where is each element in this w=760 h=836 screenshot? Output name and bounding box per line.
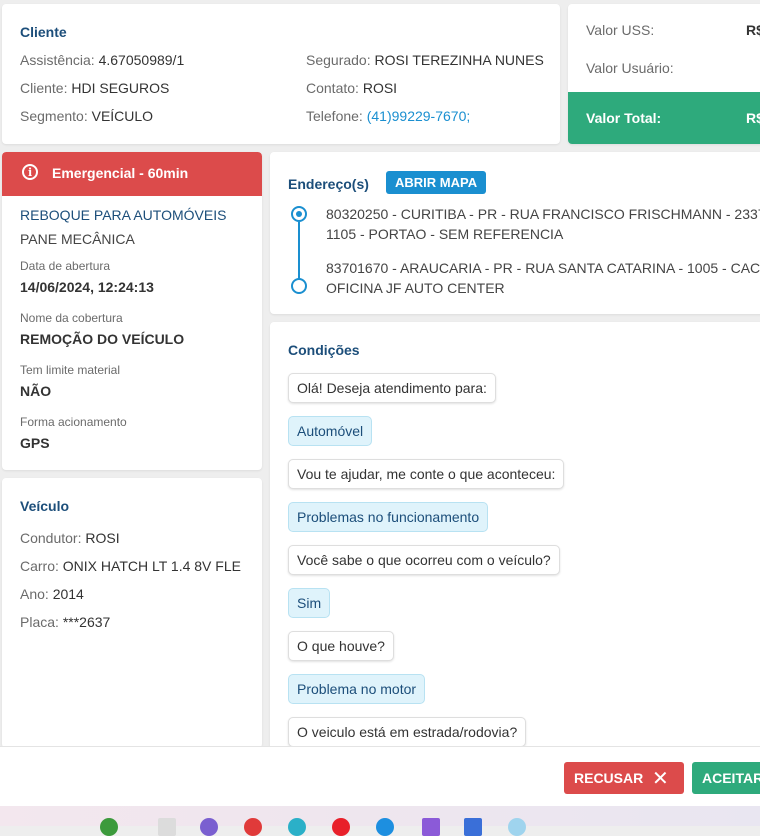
segmento-value: VEÍCULO xyxy=(91,108,154,124)
taskbar-app-icon[interactable] xyxy=(288,818,306,836)
endereco-title: Endereço(s) xyxy=(288,176,369,192)
valores-card: Valor USS: R$ Valor Usuário: Valor Total… xyxy=(568,4,760,144)
valor-total-bar: Valor Total: R$ xyxy=(568,92,760,144)
condutor-row: Condutor: ROSI xyxy=(20,530,120,546)
carro-value: ONIX HATCH LT 1.4 8V FLE xyxy=(62,558,241,574)
chat-question: Você sabe o que ocorreu com o veículo? xyxy=(288,545,560,575)
ano-row: Ano: 2014 xyxy=(20,586,84,602)
chat-question: O veiculo está em estrada/rodovia? xyxy=(288,717,527,747)
destination-address-line1: 83701670 - ARAUCARIA - PR - RUA SANTA CA… xyxy=(326,260,760,276)
chat-answer: Problema no motor xyxy=(288,674,426,704)
valor-usuario-label: Valor Usuário: xyxy=(586,60,674,76)
origin-address: 80320250 - CURITIBA - PR - RUA FRANCISCO… xyxy=(326,204,760,244)
placa-value: ***2637 xyxy=(62,614,111,630)
taskbar-app-icon[interactable] xyxy=(508,818,526,836)
origin-address-line2: 1105 - PORTAO - SEM REFERENCIA xyxy=(326,226,564,242)
emergency-label: Emergencial - 60min xyxy=(52,165,189,181)
cliente-card: Cliente Assistência: 4.67050989/1 Client… xyxy=(2,4,560,144)
cliente-value: HDI SEGUROS xyxy=(71,80,170,96)
action-footer: RECUSAR ✕ ACEITAR xyxy=(0,746,760,807)
emergency-banner: i Emergencial - 60min xyxy=(2,152,262,196)
chat-question: Vou te ajudar, me conte o que aconteceu: xyxy=(288,459,565,489)
condicoes-card: Condições Olá! Deseja atendimento para: … xyxy=(270,322,760,752)
veiculo-card: Veículo Condutor: ROSI Carro: ONIX HATCH… xyxy=(2,478,262,748)
origin-marker-icon xyxy=(291,206,307,222)
limite-value: NÃO xyxy=(20,383,52,399)
data-abertura-label: Data de abertura xyxy=(20,259,111,273)
cliente-row: Cliente: HDI SEGUROS xyxy=(20,80,169,96)
carro-row: Carro: ONIX HATCH LT 1.4 8V FLE xyxy=(20,558,241,574)
contato-label: Contato: xyxy=(306,80,359,96)
telefone-row: Telefone: (41)99229-7670; xyxy=(306,108,470,124)
chat-answer: Sim xyxy=(288,588,331,618)
recusar-button[interactable]: RECUSAR ✕ xyxy=(564,762,684,794)
cobertura-label: Nome da cobertura xyxy=(20,311,123,325)
cliente-label: Cliente: xyxy=(20,80,68,96)
taskbar-app-icon[interactable] xyxy=(244,818,262,836)
destination-address: 83701670 - ARAUCARIA - PR - RUA SANTA CA… xyxy=(326,258,760,298)
telefone-link[interactable]: (41)99229-7670; xyxy=(367,108,471,124)
destination-marker-icon xyxy=(291,278,307,294)
assistencia-row: Assistência: 4.67050989/1 xyxy=(20,52,184,68)
valor-total-value: R$ xyxy=(746,110,760,126)
segurado-label: Segurado: xyxy=(306,52,371,68)
chat-answer: Automóvel xyxy=(288,416,373,446)
taskbar-app-icon[interactable] xyxy=(464,818,482,836)
carro-label: Carro: xyxy=(20,558,59,574)
ano-label: Ano: xyxy=(20,586,49,602)
valor-uss-value: R$ xyxy=(746,22,760,38)
taskbar-app-icon[interactable] xyxy=(332,818,350,836)
condicoes-title: Condições xyxy=(288,342,360,358)
segurado-row: Segurado: ROSI TEREZINHA NUNES xyxy=(306,52,544,68)
os-taskbar xyxy=(0,806,760,836)
taskbar-app-icon[interactable] xyxy=(422,818,440,836)
close-icon: ✕ xyxy=(652,768,669,790)
assistencia-value: 4.67050989/1 xyxy=(98,52,185,68)
condutor-label: Condutor: xyxy=(20,530,82,546)
veiculo-title: Veículo xyxy=(20,498,70,514)
origin-address-line1: 80320250 - CURITIBA - PR - RUA FRANCISCO… xyxy=(326,206,760,222)
valor-uss-label: Valor USS: xyxy=(586,22,655,38)
segmento-row: Segmento: VEÍCULO xyxy=(20,108,153,124)
placa-row: Placa: ***2637 xyxy=(20,614,110,630)
info-icon: i xyxy=(22,164,38,180)
endereco-card: Endereço(s) ABRIR MAPA 80320250 - CURITI… xyxy=(270,152,760,314)
telefone-label: Telefone: xyxy=(306,108,363,124)
condutor-value: ROSI xyxy=(85,530,120,546)
servico-card: i Emergencial - 60min REBOQUE PARA AUTOM… xyxy=(2,152,262,470)
destination-address-line2: OFICINA JF AUTO CENTER xyxy=(326,280,505,296)
aceitar-button[interactable]: ACEITAR xyxy=(692,762,760,794)
acionamento-value: GPS xyxy=(20,435,50,451)
chat-question: Olá! Deseja atendimento para: xyxy=(288,373,496,403)
aceitar-label: ACEITAR xyxy=(702,770,760,786)
taskbar-app-icon[interactable] xyxy=(376,818,394,836)
cobertura-value: REMOÇÃO DO VEÍCULO xyxy=(20,331,185,347)
assistencia-label: Assistência: xyxy=(20,52,95,68)
open-map-button[interactable]: ABRIR MAPA xyxy=(386,171,487,194)
recusar-label: RECUSAR xyxy=(574,770,644,786)
route-line xyxy=(298,222,300,280)
acionamento-label: Forma acionamento xyxy=(20,415,127,429)
valor-total-label: Valor Total: xyxy=(586,110,662,126)
cliente-title: Cliente xyxy=(20,24,67,40)
placa-label: Placa: xyxy=(20,614,59,630)
segurado-value: ROSI TEREZINHA NUNES xyxy=(374,52,544,68)
ano-value: 2014 xyxy=(52,586,84,602)
service-subtype: PANE MECÂNICA xyxy=(20,231,135,247)
contato-value: ROSI xyxy=(362,80,398,96)
taskbar-app-icon[interactable] xyxy=(100,818,118,836)
service-type: REBOQUE PARA AUTOMÓVEIS xyxy=(20,207,227,223)
taskbar-app-icon[interactable] xyxy=(200,818,218,836)
limite-label: Tem limite material xyxy=(20,363,121,377)
taskbar-app-icon[interactable] xyxy=(158,818,176,836)
contato-row: Contato: ROSI xyxy=(306,80,397,96)
segmento-label: Segmento: xyxy=(20,108,88,124)
chat-question: O que houve? xyxy=(288,631,394,661)
chat-answer: Problemas no funcionamento xyxy=(288,502,489,532)
data-abertura-value: 14/06/2024, 12:24:13 xyxy=(20,279,154,295)
